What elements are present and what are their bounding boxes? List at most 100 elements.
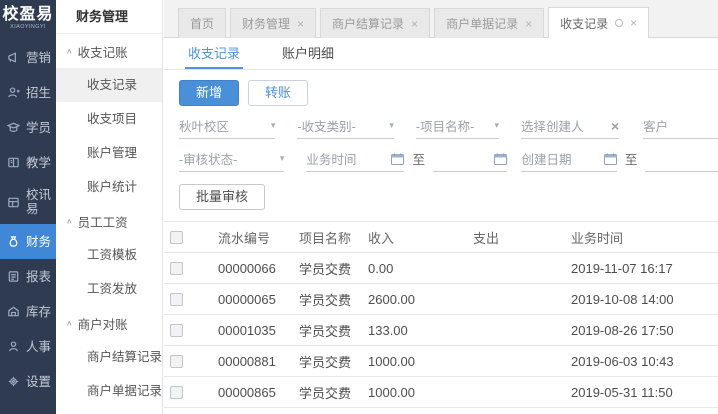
- table-row[interactable]: 00001035 学员交费 133.00 2019-08-26 17:50: [164, 315, 718, 346]
- project-select[interactable]: -项目名称- ▾: [415, 115, 500, 139]
- close-icon[interactable]: ×: [525, 18, 532, 30]
- megaphone-icon: [7, 51, 21, 65]
- sidebar-item-marketing[interactable]: 营销: [0, 40, 56, 75]
- row-checkbox[interactable]: [170, 354, 183, 368]
- sidebar-item-label: 招生: [26, 85, 52, 100]
- column-header-income: 收入: [368, 230, 395, 246]
- report-icon: [7, 270, 21, 284]
- batch-audit-button[interactable]: 批量审核: [179, 184, 266, 210]
- tab-merchant-settlement-records[interactable]: 商户结算记录 ×: [320, 8, 431, 38]
- cell-time: 2019-10-08 14:00: [571, 291, 674, 307]
- customer-input[interactable]: 客户: [643, 115, 718, 139]
- tab-label: 财务管理: [242, 17, 291, 31]
- tab-finance-management[interactable]: 财务管理 ×: [230, 8, 317, 38]
- sidebar-item-teaching[interactable]: 教学: [0, 145, 56, 180]
- sidebar-item-income-expense-records[interactable]: 收支记录: [56, 68, 162, 102]
- refresh-icon[interactable]: [615, 19, 624, 27]
- money-bag-icon: [7, 235, 21, 249]
- app-logo[interactable]: 校盈易 XIAOYINGYI: [0, 0, 56, 34]
- sidebar-item-label: 校讯易: [26, 188, 52, 216]
- sidebar-item-salary-template[interactable]: 工资模板: [56, 238, 162, 272]
- sidebar-item-label: 学员: [26, 120, 52, 135]
- cell-income: 1000.00: [368, 384, 415, 400]
- close-icon[interactable]: ×: [630, 17, 637, 29]
- calendar-icon: [603, 153, 617, 165]
- create-date-start-input[interactable]: 创建日期: [521, 148, 617, 172]
- sidebar-item-account-management[interactable]: 账户管理: [56, 136, 162, 170]
- table-row[interactable]: 00000881 学员交费 1000.00 2019-06-03 10:43: [164, 346, 718, 377]
- audit-status-select[interactable]: -审核状态- ▾: [179, 148, 285, 172]
- table-row[interactable]: 00000847 学员充值 203.00 2019-05-21 10:46: [164, 408, 718, 414]
- sidebar-item-merchant-settlement-records[interactable]: 商户结算记录: [56, 340, 162, 374]
- tab-account-detail[interactable]: 账户明细: [279, 38, 337, 69]
- cell-income: 2600.00: [368, 291, 415, 307]
- network-icon: [7, 195, 21, 209]
- logo-title: 校盈易: [2, 6, 54, 23]
- tab-merchant-document-records[interactable]: 商户单据记录 ×: [434, 8, 545, 38]
- cell-serial: 00000881: [218, 353, 276, 369]
- cell-project: 学员交费: [299, 354, 352, 370]
- cell-income: 0.00: [368, 260, 394, 276]
- sidebar-item-hr[interactable]: 人事: [0, 329, 56, 364]
- campus-select[interactable]: 秋叶校区 ▾: [179, 115, 276, 139]
- close-icon[interactable]: ×: [411, 18, 418, 30]
- category-select-value: -收支类别-: [297, 120, 356, 134]
- creator-input[interactable]: 选择创建人 ×: [521, 115, 620, 139]
- sidebar-item-inventory[interactable]: 库存: [0, 294, 56, 329]
- sidebar-item-salary-payment[interactable]: 工资发放: [56, 272, 162, 306]
- select-all-checkbox[interactable]: [170, 230, 183, 244]
- cell-project: 学员交费: [299, 292, 352, 308]
- sidebar-item-reports[interactable]: 报表: [0, 259, 56, 294]
- sidebar-item-students[interactable]: 学员: [0, 110, 56, 145]
- business-time-start-input[interactable]: 业务时间: [306, 148, 405, 172]
- tab-label: 首页: [190, 17, 215, 31]
- sidebar-item-finance[interactable]: 财务: [0, 224, 56, 259]
- nav-group-merchant-reconciliation[interactable]: ∧ 商户对账: [56, 306, 162, 340]
- collapse-icon: ∧: [66, 318, 73, 327]
- tab-home[interactable]: 首页: [178, 8, 227, 38]
- create-date-end-input[interactable]: [645, 148, 718, 172]
- row-checkbox[interactable]: [170, 385, 183, 399]
- cell-serial: 00000065: [218, 291, 276, 307]
- category-select[interactable]: -收支类别- ▾: [297, 115, 394, 139]
- nav-group-payroll[interactable]: ∧ 员工工资: [56, 204, 162, 238]
- sidebar-item-label: 教学: [26, 155, 52, 170]
- customer-input-value: 客户: [643, 120, 669, 134]
- sidebar-item-enrollment[interactable]: 招生: [0, 75, 56, 110]
- business-time-placeholder: 业务时间: [306, 153, 357, 167]
- row-checkbox[interactable]: [170, 323, 183, 337]
- column-header-serial: 流水编号: [218, 230, 271, 246]
- clear-icon[interactable]: ×: [611, 118, 619, 134]
- sidebar-item-settings[interactable]: 设置: [0, 364, 56, 399]
- tab-label: 商户单据记录: [446, 17, 519, 31]
- filter-panel: 秋叶校区 ▾ -收支类别- ▾ -项目名称- ▾ 选择创建人 × 客户 -审核状…: [164, 115, 718, 172]
- chevron-down-icon: ▾: [494, 120, 500, 130]
- cell-time: 2019-11-07 16:17: [571, 260, 673, 276]
- primary-sidebar: 校盈易 XIAOYINGYI 营销 招生 学员 教学 校讯易 财务 报表 库存 …: [0, 0, 56, 414]
- row-checkbox[interactable]: [170, 292, 183, 306]
- secondary-sidebar: 财务管理 ∧ 收支记账 收支记录 收支项目 账户管理 账户统计 ∧ 员工工资 工…: [56, 0, 163, 414]
- gear-icon: [7, 375, 21, 389]
- table-row[interactable]: 00000065 学员交费 2600.00 2019-10-08 14:00: [164, 284, 718, 315]
- cell-income: 133.00: [368, 322, 408, 338]
- row-checkbox[interactable]: [170, 261, 183, 275]
- cell-time: 2019-05-31 11:50: [571, 384, 673, 400]
- sidebar-item-xiaoxunyi[interactable]: 校讯易: [0, 180, 56, 224]
- person-icon: [7, 340, 21, 354]
- table-row[interactable]: 00000066 学员交费 0.00 2019-11-07 16:17: [164, 253, 718, 284]
- tab-income-expense-records[interactable]: 收支记录 ×: [548, 7, 650, 38]
- transfer-button[interactable]: 转账: [248, 80, 309, 106]
- main-content: 首页 财务管理 × 商户结算记录 × 商户单据记录 × 收支记录 × 收支记录: [164, 0, 718, 414]
- collapse-icon: ∧: [66, 46, 73, 55]
- business-time-end-input[interactable]: [432, 148, 508, 172]
- close-icon[interactable]: ×: [297, 18, 304, 30]
- sidebar-item-income-expense-items[interactable]: 收支项目: [56, 102, 162, 136]
- sidebar-item-merchant-document-records[interactable]: 商户单据记录: [56, 374, 162, 408]
- add-button[interactable]: 新增: [179, 80, 240, 106]
- tab-records[interactable]: 收支记录: [185, 38, 244, 69]
- table-row[interactable]: 00000865 学员交费 1000.00 2019-05-31 11:50: [164, 377, 718, 408]
- cell-time: 2019-08-26 17:50: [571, 322, 674, 338]
- campus-select-value: 秋叶校区: [179, 120, 230, 134]
- sidebar-item-account-statistics[interactable]: 账户统计: [56, 170, 162, 204]
- nav-group-income-expense[interactable]: ∧ 收支记账: [56, 34, 162, 68]
